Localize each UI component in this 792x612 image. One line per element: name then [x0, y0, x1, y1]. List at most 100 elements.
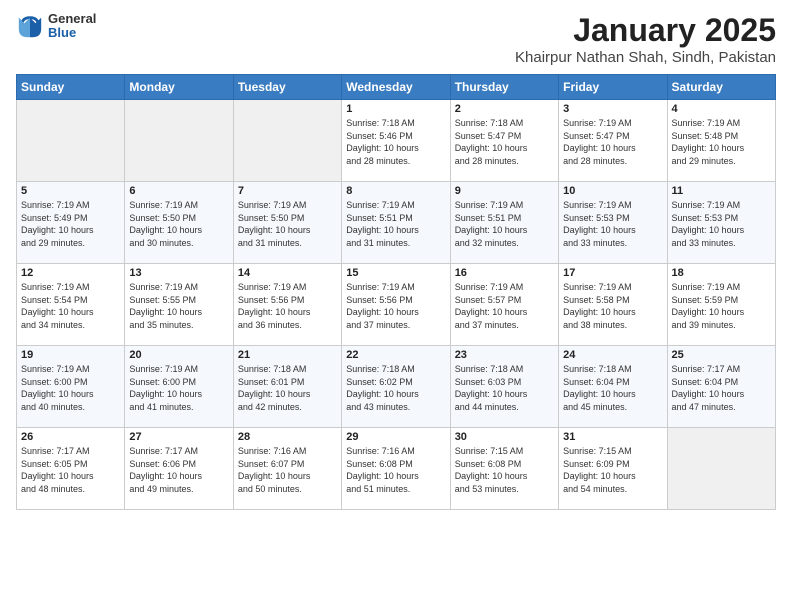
calendar-day-cell — [17, 100, 125, 182]
day-number: 28 — [238, 431, 337, 443]
calendar-day-cell: 9 Sunrise: 7:19 AM Sunset: 5:51 PM Daylig… — [450, 182, 558, 264]
day-number: 21 — [238, 349, 337, 361]
day-info: Sunrise: 7:19 AM Sunset: 5:50 PM Dayligh… — [129, 199, 228, 249]
day-number: 2 — [455, 103, 554, 115]
calendar-day-cell: 27Sunrise: 7:17 AM Sunset: 6:06 PM Dayli… — [125, 428, 233, 510]
day-number: 10 — [563, 185, 662, 197]
calendar-day-cell: 29 Sunrise: 7:16 AM Sunset: 6:08 PM Dayli… — [342, 428, 450, 510]
day-number: 9 — [455, 185, 554, 197]
day-info: Sunrise: 7:15 AM Sunset: 6:09 PM Dayligh… — [563, 445, 662, 495]
day-number: 25 — [672, 349, 771, 361]
calendar-week-row: 19 Sunrise: 7:19 AM Sunset: 6:00 PM Dayli… — [17, 346, 776, 428]
day-number: 8 — [346, 185, 445, 197]
day-number: 20 — [129, 349, 228, 361]
day-number: 27 — [129, 431, 228, 443]
calendar-day-cell: 15 Sunrise: 7:19 AM Sunset: 5:56 PM Dayli… — [342, 264, 450, 346]
calendar-day-cell: 11Sunrise: 7:19 AM Sunset: 5:53 PM Dayli… — [667, 182, 775, 264]
day-number: 12 — [21, 267, 120, 279]
day-info: Sunrise: 7:16 AM Sunset: 6:07 PM Dayligh… — [238, 445, 337, 495]
day-number: 1 — [346, 103, 445, 115]
day-info: Sunrise: 7:19 AM Sunset: 5:51 PM Dayligh… — [455, 199, 554, 249]
day-info: Sunrise: 7:19 AM Sunset: 6:00 PM Dayligh… — [129, 363, 228, 413]
title-block: January 2025 Khairpur Nathan Shah, Sindh… — [515, 12, 776, 66]
day-number: 24 — [563, 349, 662, 361]
calendar-day-cell: 24 Sunrise: 7:18 AM Sunset: 6:04 PM Dayli… — [559, 346, 667, 428]
calendar-day-header: Tuesday — [233, 75, 341, 100]
logo-text: General Blue — [48, 12, 96, 41]
day-number: 15 — [346, 267, 445, 279]
day-info: Sunrise: 7:19 AM Sunset: 5:56 PM Dayligh… — [238, 281, 337, 331]
calendar-day-header: Wednesday — [342, 75, 450, 100]
location-title: Khairpur Nathan Shah, Sindh, Pakistan — [515, 49, 776, 66]
day-number: 5 — [21, 185, 120, 197]
day-number: 26 — [21, 431, 120, 443]
day-number: 18 — [672, 267, 771, 279]
day-info: Sunrise: 7:19 AM Sunset: 5:55 PM Dayligh… — [129, 281, 228, 331]
day-info: Sunrise: 7:18 AM Sunset: 6:02 PM Dayligh… — [346, 363, 445, 413]
day-info: Sunrise: 7:19 AM Sunset: 5:57 PM Dayligh… — [455, 281, 554, 331]
day-number: 19 — [21, 349, 120, 361]
day-info: Sunrise: 7:16 AM Sunset: 6:08 PM Dayligh… — [346, 445, 445, 495]
day-info: Sunrise: 7:19 AM Sunset: 5:47 PM Dayligh… — [563, 117, 662, 167]
day-number: 31 — [563, 431, 662, 443]
calendar-day-cell: 20 Sunrise: 7:19 AM Sunset: 6:00 PM Dayli… — [125, 346, 233, 428]
month-title: January 2025 — [515, 12, 776, 49]
calendar-header-row: SundayMondayTuesdayWednesdayThursdayFrid… — [17, 75, 776, 100]
day-number: 22 — [346, 349, 445, 361]
calendar-day-cell: 10 Sunrise: 7:19 AM Sunset: 5:53 PM Dayli… — [559, 182, 667, 264]
day-number: 23 — [455, 349, 554, 361]
day-info: Sunrise: 7:18 AM Sunset: 6:01 PM Dayligh… — [238, 363, 337, 413]
calendar-day-cell: 6Sunrise: 7:19 AM Sunset: 5:50 PM Daylig… — [125, 182, 233, 264]
day-number: 17 — [563, 267, 662, 279]
calendar-day-cell: 22 Sunrise: 7:18 AM Sunset: 6:02 PM Dayli… — [342, 346, 450, 428]
calendar-day-cell: 18 Sunrise: 7:19 AM Sunset: 5:59 PM Dayli… — [667, 264, 775, 346]
day-number: 16 — [455, 267, 554, 279]
day-info: Sunrise: 7:19 AM Sunset: 5:53 PM Dayligh… — [672, 199, 771, 249]
day-info: Sunrise: 7:19 AM Sunset: 5:58 PM Dayligh… — [563, 281, 662, 331]
calendar-day-header: Monday — [125, 75, 233, 100]
calendar-day-cell: 30Sunrise: 7:15 AM Sunset: 6:08 PM Dayli… — [450, 428, 558, 510]
day-info: Sunrise: 7:18 AM Sunset: 5:47 PM Dayligh… — [455, 117, 554, 167]
calendar-week-row: 26 Sunrise: 7:17 AM Sunset: 6:05 PM Dayli… — [17, 428, 776, 510]
calendar-day-cell: 17 Sunrise: 7:19 AM Sunset: 5:58 PM Dayli… — [559, 264, 667, 346]
calendar-day-cell: 26 Sunrise: 7:17 AM Sunset: 6:05 PM Dayli… — [17, 428, 125, 510]
calendar-day-cell: 13Sunrise: 7:19 AM Sunset: 5:55 PM Dayli… — [125, 264, 233, 346]
day-info: Sunrise: 7:19 AM Sunset: 5:51 PM Dayligh… — [346, 199, 445, 249]
day-info: Sunrise: 7:17 AM Sunset: 6:04 PM Dayligh… — [672, 363, 771, 413]
calendar-day-cell: 23 Sunrise: 7:18 AM Sunset: 6:03 PM Dayli… — [450, 346, 558, 428]
calendar-day-cell: 2 Sunrise: 7:18 AM Sunset: 5:47 PM Daylig… — [450, 100, 558, 182]
day-number: 3 — [563, 103, 662, 115]
calendar-day-cell: 7 Sunrise: 7:19 AM Sunset: 5:50 PM Daylig… — [233, 182, 341, 264]
day-number: 7 — [238, 185, 337, 197]
page-container: General Blue January 2025 Khairpur Natha… — [0, 0, 792, 518]
calendar-day-cell: 16 Sunrise: 7:19 AM Sunset: 5:57 PM Dayli… — [450, 264, 558, 346]
calendar-day-header: Sunday — [17, 75, 125, 100]
day-info: Sunrise: 7:19 AM Sunset: 5:50 PM Dayligh… — [238, 199, 337, 249]
day-info: Sunrise: 7:17 AM Sunset: 6:05 PM Dayligh… — [21, 445, 120, 495]
calendar-day-cell: 14 Sunrise: 7:19 AM Sunset: 5:56 PM Dayli… — [233, 264, 341, 346]
day-info: Sunrise: 7:19 AM Sunset: 5:49 PM Dayligh… — [21, 199, 120, 249]
day-number: 29 — [346, 431, 445, 443]
calendar-day-cell: 12 Sunrise: 7:19 AM Sunset: 5:54 PM Dayli… — [17, 264, 125, 346]
day-info: Sunrise: 7:19 AM Sunset: 5:59 PM Dayligh… — [672, 281, 771, 331]
calendar-week-row: 1 Sunrise: 7:18 AM Sunset: 5:46 PM Daylig… — [17, 100, 776, 182]
logo-icon — [16, 12, 44, 40]
calendar-day-cell — [125, 100, 233, 182]
day-number: 30 — [455, 431, 554, 443]
day-info: Sunrise: 7:19 AM Sunset: 5:53 PM Dayligh… — [563, 199, 662, 249]
calendar-day-header: Saturday — [667, 75, 775, 100]
day-info: Sunrise: 7:18 AM Sunset: 5:46 PM Dayligh… — [346, 117, 445, 167]
logo: General Blue — [16, 12, 96, 41]
calendar-day-cell — [233, 100, 341, 182]
day-number: 14 — [238, 267, 337, 279]
calendar-day-cell: 8 Sunrise: 7:19 AM Sunset: 5:51 PM Daylig… — [342, 182, 450, 264]
day-info: Sunrise: 7:19 AM Sunset: 5:54 PM Dayligh… — [21, 281, 120, 331]
day-info: Sunrise: 7:19 AM Sunset: 5:48 PM Dayligh… — [672, 117, 771, 167]
day-info: Sunrise: 7:18 AM Sunset: 6:03 PM Dayligh… — [455, 363, 554, 413]
calendar-day-cell: 21 Sunrise: 7:18 AM Sunset: 6:01 PM Dayli… — [233, 346, 341, 428]
calendar-day-cell — [667, 428, 775, 510]
calendar-day-cell: 31 Sunrise: 7:15 AM Sunset: 6:09 PM Dayli… — [559, 428, 667, 510]
day-number: 4 — [672, 103, 771, 115]
day-info: Sunrise: 7:18 AM Sunset: 6:04 PM Dayligh… — [563, 363, 662, 413]
day-info: Sunrise: 7:19 AM Sunset: 5:56 PM Dayligh… — [346, 281, 445, 331]
